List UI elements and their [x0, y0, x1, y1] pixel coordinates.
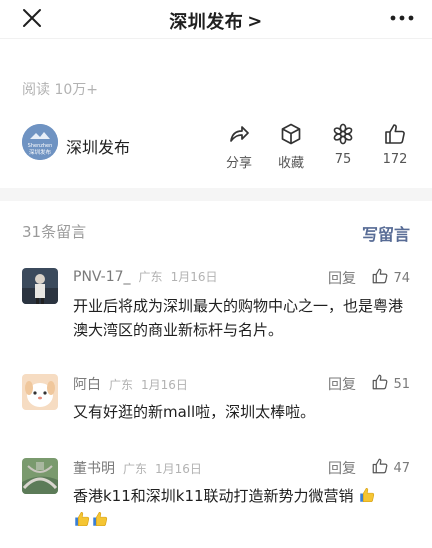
author-name[interactable]: 深圳发布 [66, 134, 130, 158]
comment-region: 广东 [109, 378, 134, 392]
comment-text-wrap: 香港k11和深圳k11联动打造新势力微营销 [73, 484, 410, 532]
comment-date: 1月16日 [170, 270, 218, 284]
write-comment-link[interactable]: 写留言 [362, 221, 410, 245]
more-icon[interactable] [390, 14, 414, 22]
commenter-name[interactable]: 阿白 广东 1月16日 [73, 374, 188, 394]
thumb-up-icon [373, 458, 388, 474]
thumbs-up-emoji-icon [360, 487, 375, 503]
chevron-right-icon: > [247, 11, 263, 32]
comment-like-count: 51 [393, 377, 410, 392]
thumb-up-icon [373, 374, 388, 390]
comment-like-button[interactable]: 51 [371, 373, 410, 392]
comment-like-count: 74 [393, 271, 410, 286]
comment-count: 31条留言 [22, 223, 87, 241]
read-count: 阅读 10万+ [22, 82, 98, 98]
svg-text:Shenzhen: Shenzhen [28, 143, 53, 149]
comment-text: 又有好逛的新mall啦，深圳太棒啦。 [73, 403, 316, 421]
comment-region: 广东 [138, 270, 163, 284]
share-button[interactable]: 分享 [215, 122, 263, 171]
share-label: 分享 [225, 156, 252, 171]
wow-count: 75 [334, 152, 352, 167]
comment-like-count: 47 [393, 461, 410, 476]
like-button[interactable]: 172 [371, 122, 419, 167]
comments-header: 31条留言 写留言 [0, 216, 432, 246]
commenter-avatar[interactable] [22, 458, 58, 494]
thumb-up-icon [373, 268, 388, 284]
commenter-name[interactable]: PNV-17_ 广东 1月16日 [73, 268, 217, 285]
commenter-avatar[interactable] [22, 374, 58, 410]
author-row: Shenzhen 深圳发布 深圳发布 分享 收藏 75 172 [0, 116, 432, 172]
cube-icon [281, 123, 301, 145]
svg-text:深圳发布: 深圳发布 [29, 148, 52, 156]
account-title-text: 深圳发布 [169, 12, 244, 33]
favorite-button[interactable]: 收藏 [267, 122, 315, 171]
reply-button[interactable]: 回复 [328, 458, 356, 478]
comment-like-button[interactable]: 74 [371, 267, 410, 286]
share-icon [230, 126, 249, 142]
thumbs-up-emoji-icon [93, 511, 108, 527]
reply-button[interactable]: 回复 [328, 268, 356, 288]
comment-region: 广东 [123, 462, 148, 476]
commenter-name[interactable]: 董书明 广东 1月16日 [73, 458, 202, 478]
reply-button[interactable]: 回复 [328, 374, 356, 394]
comment-date: 1月16日 [155, 462, 202, 476]
flower-icon [333, 123, 353, 145]
section-divider [0, 188, 432, 201]
commenter-avatar[interactable] [22, 268, 58, 304]
thumb-up-icon [385, 124, 405, 144]
account-title[interactable]: 深圳发布 > [0, 8, 432, 34]
top-bar: 深圳发布 > [0, 0, 432, 38]
wow-button[interactable]: 75 [319, 122, 367, 167]
comment-date: 1月16日 [141, 378, 188, 392]
like-count: 172 [382, 152, 408, 167]
divider [0, 38, 432, 39]
author-avatar[interactable]: Shenzhen 深圳发布 [22, 124, 58, 160]
comment-text: 开业后将成为深圳最大的购物中心之一，也是粤港澳大湾区的商业新标杆与名片。 [73, 297, 404, 339]
thumbs-up-emoji-icon [75, 511, 90, 527]
comment-text: 香港k11和深圳k11联动打造新势力微营销 [73, 487, 354, 505]
favorite-label: 收藏 [277, 156, 304, 171]
comment-like-button[interactable]: 47 [371, 457, 410, 476]
